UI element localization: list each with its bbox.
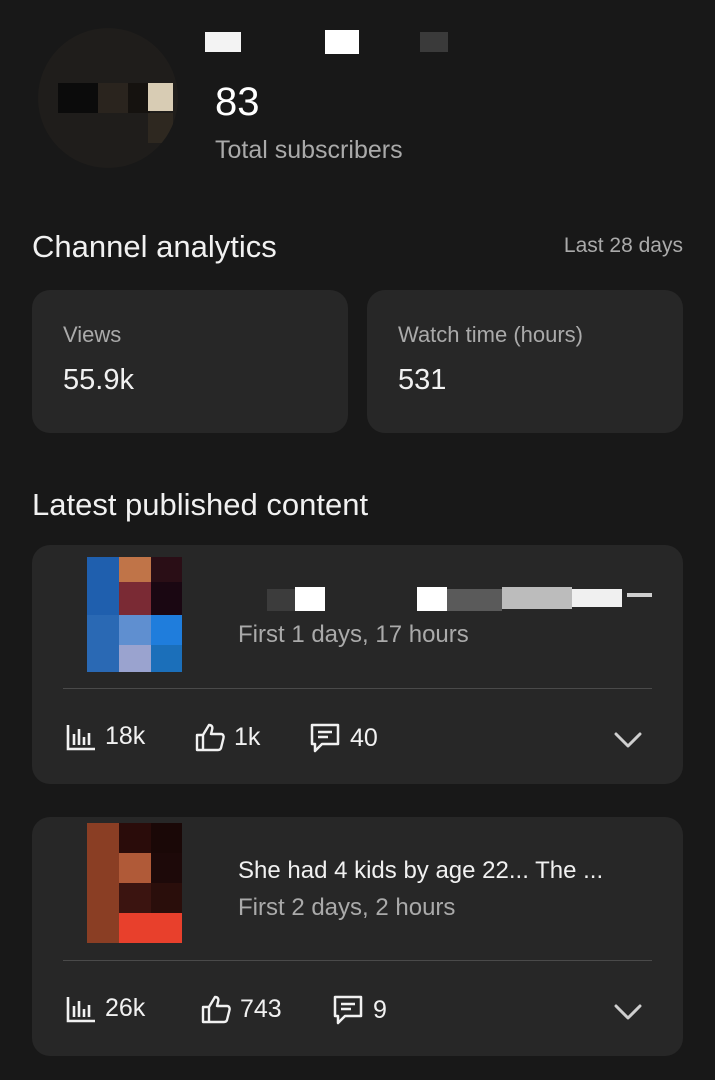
bar-chart-icon (66, 996, 95, 1022)
views-metric: 18k (65, 722, 145, 751)
content-item[interactable]: First 1 days, 17 hours 18k 1k 40 (32, 545, 683, 784)
video-age: First 1 days, 17 hours (238, 621, 469, 648)
content-item[interactable]: She had 4 kids by age 22... The ... Firs… (32, 817, 683, 1056)
divider (63, 960, 652, 961)
divider (63, 688, 652, 689)
likes-metric[interactable]: 743 (200, 994, 282, 1024)
thumbs-up-icon (201, 995, 231, 1024)
views-count: 18k (105, 722, 146, 750)
views-label: Views (63, 322, 122, 347)
bar-chart-icon (66, 724, 95, 750)
comment-icon (333, 995, 363, 1025)
channel-avatar[interactable] (38, 28, 178, 168)
subscriber-count: 83 (215, 80, 260, 124)
video-age: First 2 days, 2 hours (238, 894, 456, 921)
watch-time-value: 531 (398, 364, 447, 396)
views-count: 26k (105, 994, 146, 1022)
channel-header: 83 Total subscribers (0, 0, 715, 200)
comments-metric[interactable]: 40 (308, 722, 378, 754)
comments-count: 40 (350, 723, 378, 752)
watch-time-label: Watch time (hours) (398, 322, 584, 347)
video-thumbnail[interactable] (87, 823, 182, 943)
watch-time-card[interactable]: Watch time (hours) 531 (367, 290, 683, 433)
analytics-title: Channel analytics (32, 229, 277, 264)
thumbs-up-icon (195, 723, 225, 752)
comments-metric[interactable]: 9 (331, 994, 387, 1026)
likes-metric[interactable]: 1k (194, 722, 260, 752)
likes-count: 743 (240, 994, 282, 1023)
views-metric: 26k (65, 994, 145, 1023)
latest-content-title: Latest published content (32, 487, 369, 522)
analytics-range[interactable]: Last 28 days (564, 234, 683, 258)
chevron-down-icon[interactable] (613, 730, 643, 750)
chevron-down-icon[interactable] (613, 1002, 643, 1022)
comments-count: 9 (373, 995, 387, 1024)
video-title[interactable]: She had 4 kids by age 22... The ... (238, 857, 603, 885)
likes-count: 1k (234, 722, 261, 751)
video-title-redacted (267, 583, 652, 613)
views-value: 55.9k (63, 364, 134, 396)
channel-name-redacted (205, 30, 525, 56)
video-thumbnail[interactable] (87, 557, 182, 672)
subscriber-label: Total subscribers (215, 136, 403, 164)
views-card[interactable]: Views 55.9k (32, 290, 348, 433)
comment-icon (310, 723, 340, 753)
